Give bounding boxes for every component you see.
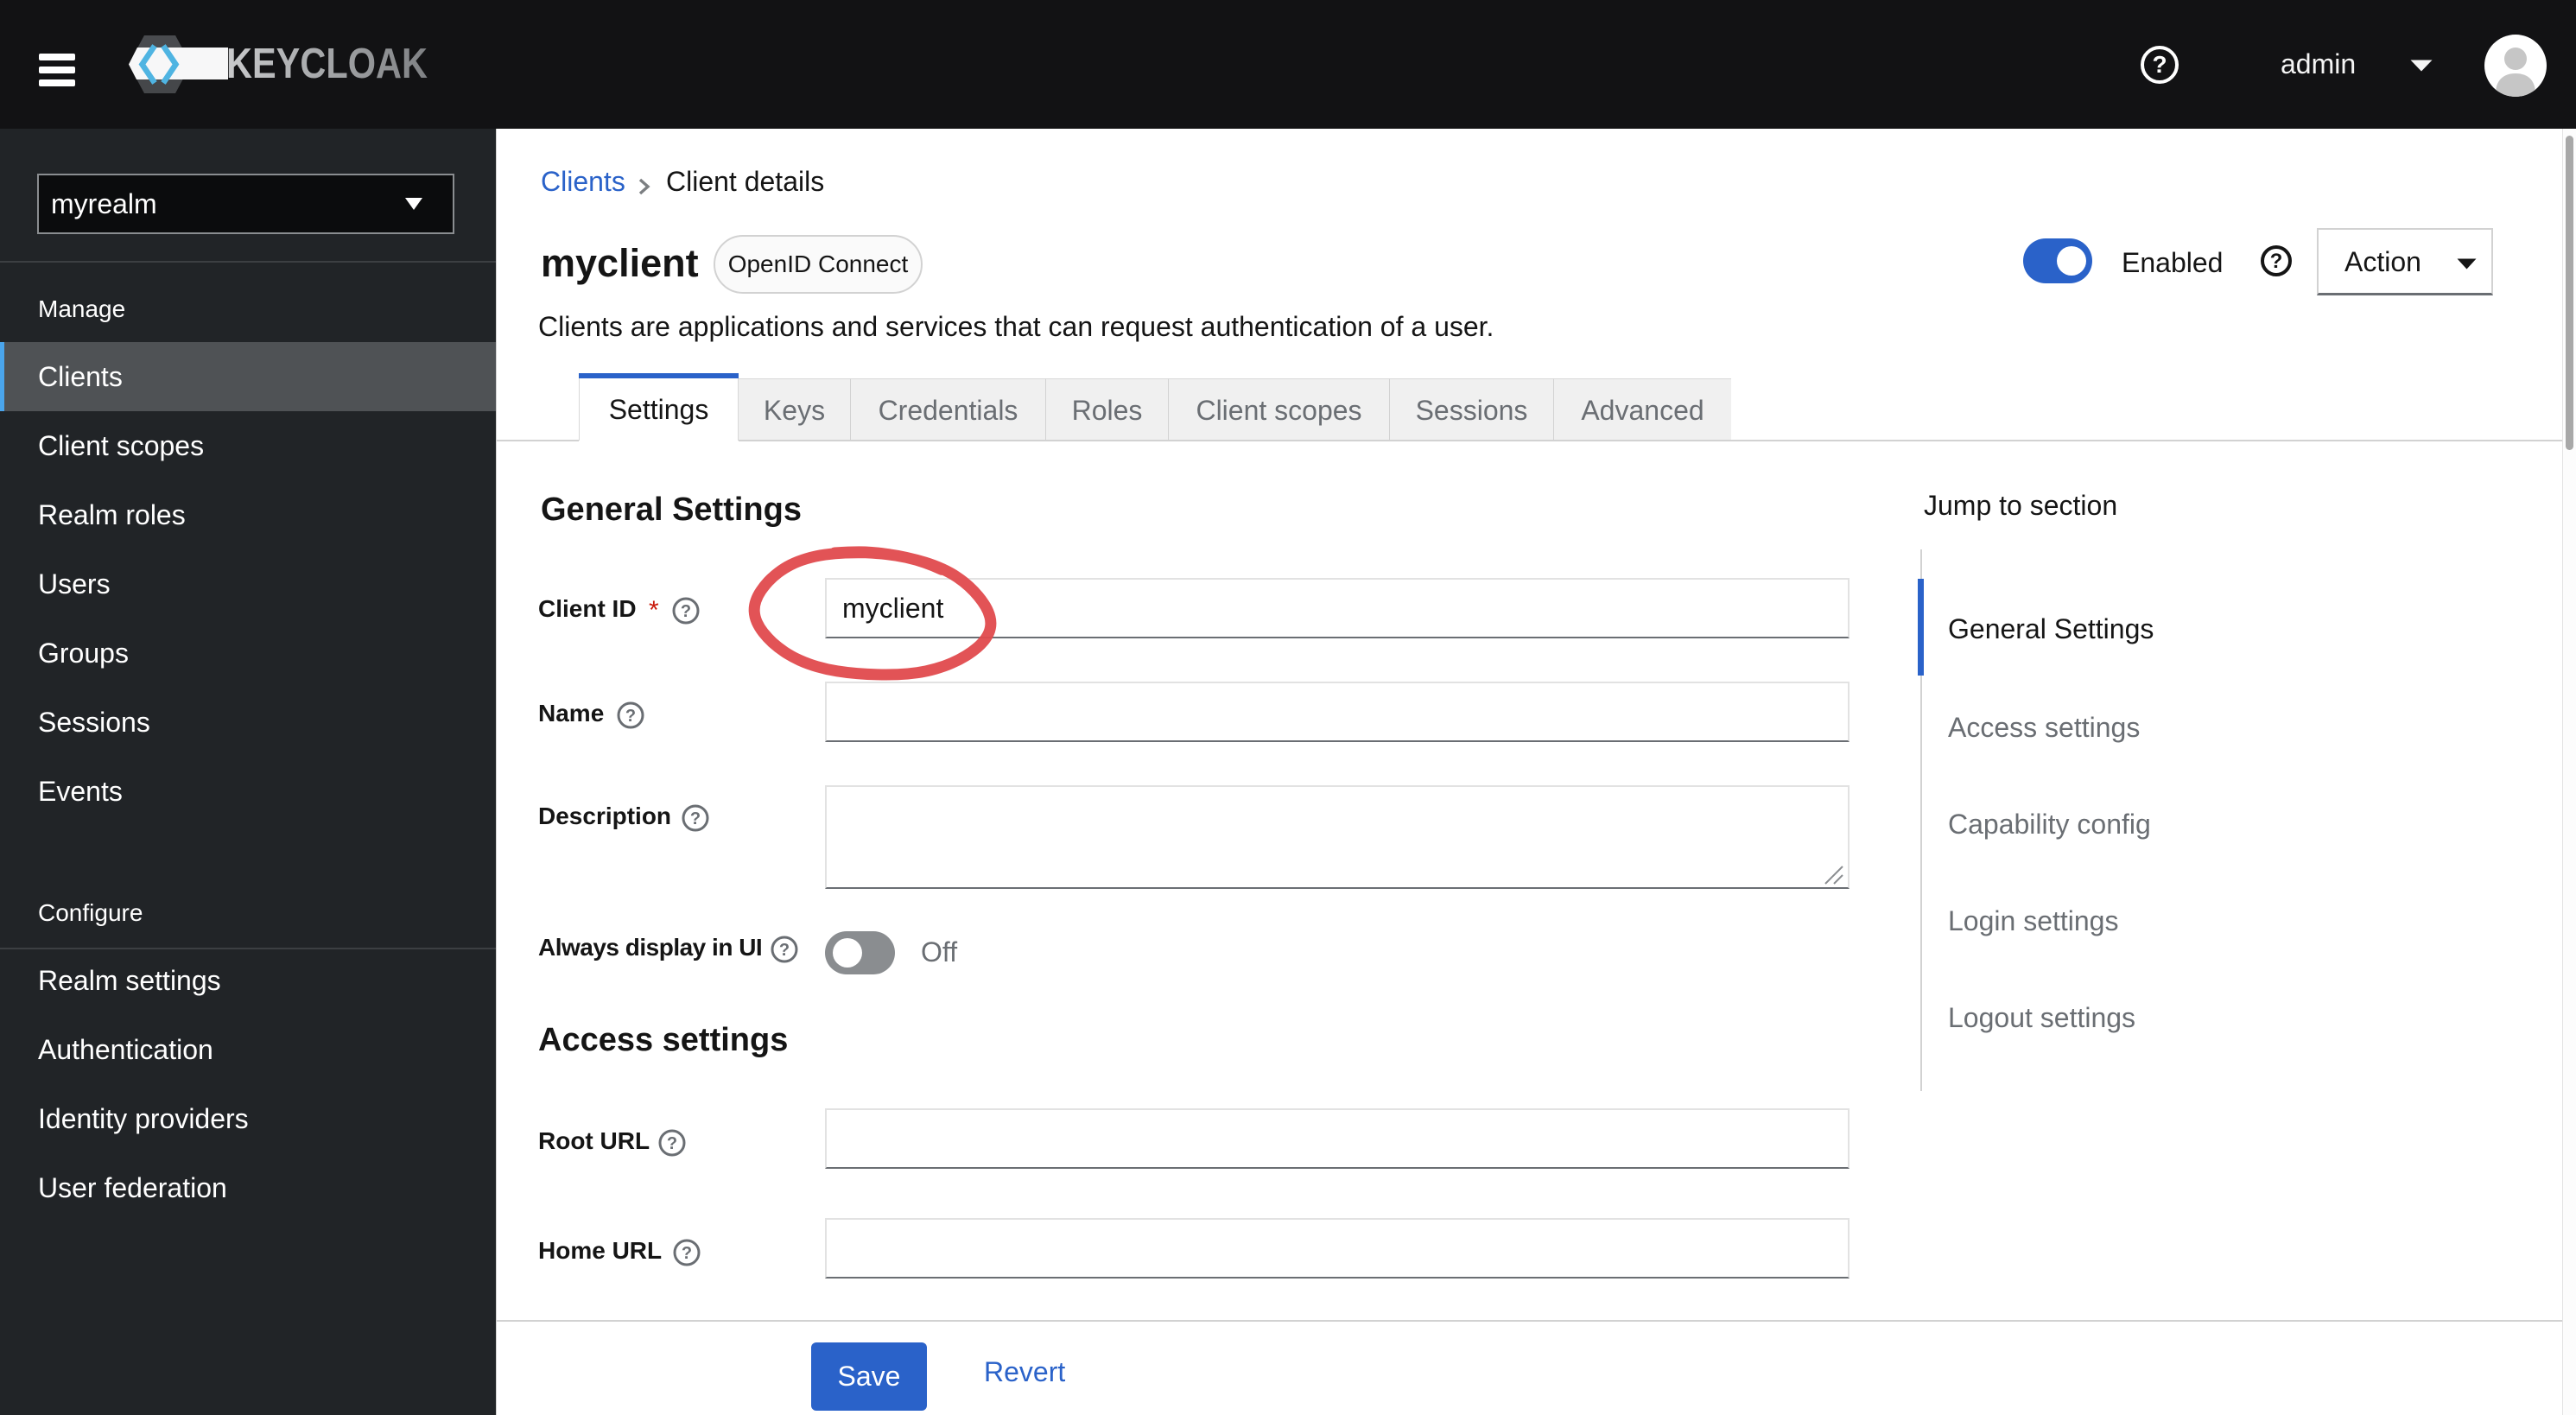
svg-text:?: ? bbox=[690, 809, 701, 828]
svg-text:?: ? bbox=[682, 1244, 692, 1263]
svg-text:?: ? bbox=[625, 707, 636, 726]
svg-text:?: ? bbox=[681, 602, 691, 621]
svg-text:?: ? bbox=[779, 941, 790, 960]
svg-text:?: ? bbox=[2152, 51, 2167, 78]
svg-text:?: ? bbox=[667, 1134, 677, 1153]
svg-text:?: ? bbox=[2270, 250, 2283, 273]
